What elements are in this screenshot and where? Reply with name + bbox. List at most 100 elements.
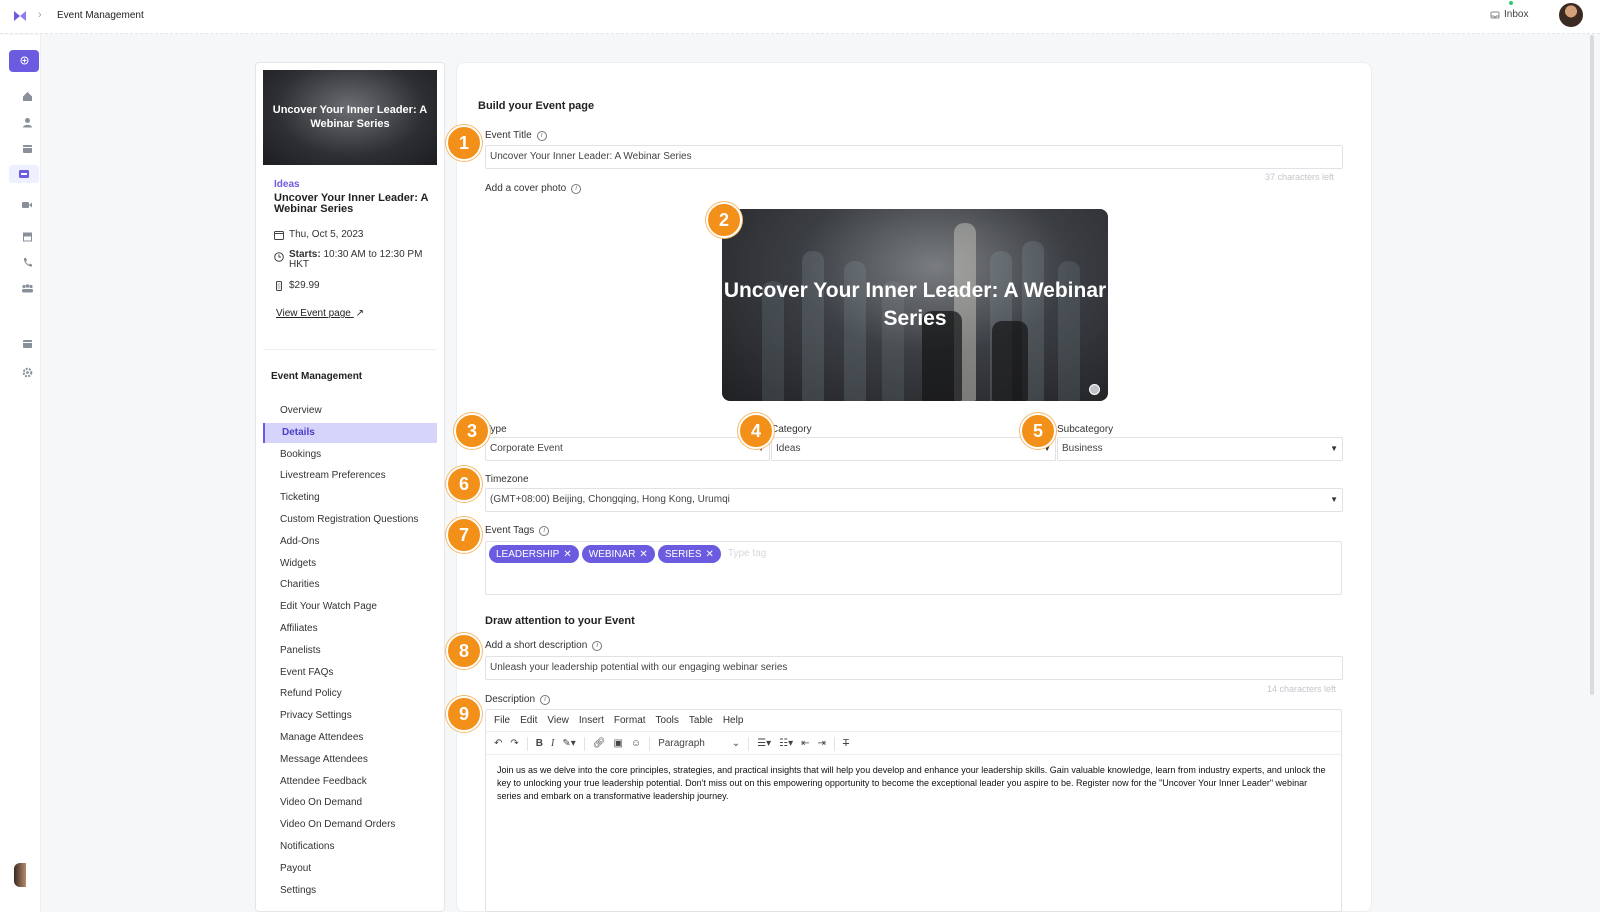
type-select[interactable]: Corporate Event ▼: [485, 437, 770, 461]
info-icon[interactable]: i: [539, 525, 550, 536]
close-icon[interactable]: ✕: [639, 549, 647, 560]
clear-format-icon[interactable]: T: [843, 738, 849, 749]
editor-menu-view[interactable]: View: [547, 715, 569, 726]
rail-avatar[interactable]: [14, 863, 26, 887]
cover-edit-icon[interactable]: [1089, 384, 1100, 395]
sidebar-item-add-ons[interactable]: Add-Ons: [263, 532, 437, 552]
category-select[interactable]: Ideas ▼: [771, 437, 1056, 461]
bullet-list-icon[interactable]: ☰▾: [757, 738, 771, 749]
sidebar-item-bookings[interactable]: Bookings: [263, 445, 437, 465]
left-rail: [0, 35, 41, 912]
chevron-down-icon: ▼: [1330, 444, 1338, 453]
sidebar-item-privacy-settings[interactable]: Privacy Settings: [263, 706, 437, 726]
short-description-label-text: Add a short description: [485, 640, 588, 651]
tag-chip[interactable]: LEADERSHIP ✕: [489, 545, 579, 563]
top-bar: › Event Management Inbox: [0, 0, 1600, 34]
sidebar-item-overview[interactable]: Overview: [263, 401, 437, 421]
cover-photo-label: Add a cover photo i: [485, 183, 582, 194]
event-tags-input[interactable]: LEADERSHIP ✕ WEBINAR ✕ SERIES ✕ Type tag: [485, 541, 1342, 595]
user-avatar[interactable]: [1559, 3, 1583, 27]
app-logo-icon[interactable]: [13, 9, 27, 23]
undo-icon[interactable]: ↶: [494, 738, 502, 749]
outdent-icon[interactable]: ⇤: [801, 738, 809, 749]
tag-chip[interactable]: SERIES ✕: [657, 545, 721, 563]
indent-icon[interactable]: ⇥: [818, 738, 826, 749]
info-icon[interactable]: i: [571, 183, 582, 194]
numbered-list-icon[interactable]: ☷▾: [779, 738, 793, 749]
sidebar-item-affiliates[interactable]: Affiliates: [263, 619, 437, 639]
editor-menu-table[interactable]: Table: [689, 715, 713, 726]
sidebar-item-widgets[interactable]: Widgets: [263, 554, 437, 574]
tag-type-input[interactable]: Type tag: [728, 548, 766, 559]
card-icon[interactable]: [20, 337, 34, 351]
timezone-select[interactable]: (GMT+08:00) Beijing, Chongqing, Hong Kon…: [485, 488, 1343, 512]
description-editor[interactable]: File Edit View Insert Format Tools Table Help ↶…: [485, 709, 1342, 912]
sidebar-item-charities[interactable]: Charities: [263, 575, 437, 595]
sidebar-item-attendee-feedback[interactable]: Attendee Feedback: [263, 772, 437, 792]
sidebar-item-livestream-preferences[interactable]: Livestream Preferences: [263, 466, 437, 486]
breadcrumb-chevron-icon: ›: [38, 9, 42, 21]
info-icon[interactable]: i: [540, 694, 551, 705]
sidebar-item-video-on-demand-orders[interactable]: Video On Demand Orders: [263, 815, 437, 835]
phone-icon[interactable]: [20, 255, 34, 269]
editor-menu-insert[interactable]: Insert: [579, 715, 604, 726]
editor-menu-format[interactable]: Format: [614, 715, 646, 726]
sidebar-item-edit-your-watch-page[interactable]: Edit Your Watch Page: [263, 597, 437, 617]
inbox-button[interactable]: Inbox: [1490, 9, 1528, 20]
cover-photo[interactable]: Uncover Your Inner Leader: A Webinar Ser…: [722, 209, 1108, 401]
sidebar-item-event-faqs[interactable]: Event FAQs: [263, 663, 437, 683]
group-icon[interactable]: [20, 281, 34, 295]
calendar-icon: [274, 231, 284, 240]
sidebar-item-custom-registration-questions[interactable]: Custom Registration Questions: [263, 510, 437, 530]
close-icon[interactable]: ✕: [563, 549, 571, 560]
sidebar-item-ticketing[interactable]: Ticketing: [263, 488, 437, 508]
timezone-select-value: (GMT+08:00) Beijing, Chongqing, Hong Kon…: [490, 494, 730, 505]
italic-icon[interactable]: I: [551, 738, 554, 749]
type-select-value: Corporate Event: [490, 443, 563, 454]
event-date: Thu, Oct 5, 2023: [274, 230, 439, 240]
sidebar-item-settings[interactable]: Settings: [263, 881, 437, 901]
sidebar-item-refund-policy[interactable]: Refund Policy: [263, 684, 437, 704]
editor-menu-edit[interactable]: Edit: [520, 715, 537, 726]
timezone-label: Timezone: [485, 474, 529, 485]
emoji-icon[interactable]: ☺: [631, 738, 641, 749]
page-scrollbar[interactable]: [1590, 35, 1594, 695]
add-button[interactable]: [9, 50, 39, 72]
bold-icon[interactable]: B: [536, 738, 543, 749]
sidebar-item-message-attendees[interactable]: Message Attendees: [263, 750, 437, 770]
editor-menu-tools[interactable]: Tools: [656, 715, 679, 726]
editor-menu-file[interactable]: File: [494, 715, 510, 726]
redo-icon[interactable]: ↷: [510, 738, 518, 749]
sidebar-item-payout[interactable]: Payout: [263, 859, 437, 879]
sidebar-item-manage-attendees[interactable]: Manage Attendees: [263, 728, 437, 748]
gear-icon[interactable]: [20, 365, 34, 379]
highlight-icon[interactable]: ✎▾: [562, 738, 575, 749]
user-icon[interactable]: [20, 115, 34, 129]
short-description-input[interactable]: Unleash your leadership potential with o…: [485, 656, 1343, 680]
storefront-icon[interactable]: [20, 229, 34, 243]
sidebar-item-video-on-demand[interactable]: Video On Demand: [263, 793, 437, 813]
subcategory-select[interactable]: Business ▼: [1057, 437, 1343, 461]
view-event-page-label[interactable]: View Event page: [276, 308, 351, 319]
paragraph-format-select[interactable]: Paragraph ⌄: [658, 738, 740, 749]
sidebar-item-notifications[interactable]: Notifications: [263, 837, 437, 857]
view-event-page-link[interactable]: View Event page ↗: [276, 308, 364, 319]
video-icon[interactable]: [20, 198, 34, 212]
sidebar-item-details[interactable]: Details: [263, 422, 437, 443]
info-icon[interactable]: i: [536, 130, 547, 141]
link-icon[interactable]: 🔗︎: [593, 738, 606, 749]
ticket-icon[interactable]: [9, 165, 39, 183]
tag-chip[interactable]: WEBINAR ✕: [581, 545, 655, 563]
chevron-down-icon: ▼: [1330, 495, 1338, 504]
home-icon[interactable]: [20, 89, 34, 103]
description-content[interactable]: Join us as we delve into the core princi…: [497, 764, 1327, 803]
event-title-input[interactable]: Uncover Your Inner Leader: A Webinar Ser…: [485, 145, 1343, 169]
info-icon[interactable]: i: [592, 640, 603, 651]
sidebar-item-panelists[interactable]: Panelists: [263, 641, 437, 661]
calendar-icon[interactable]: [20, 141, 34, 155]
chevron-down-icon: ⌄: [731, 738, 741, 749]
event-time: Starts: 10:30 AM to 12:30 PM HKT: [274, 250, 439, 270]
close-icon[interactable]: ✕: [706, 549, 714, 560]
image-icon[interactable]: ▣: [613, 738, 622, 749]
editor-menu-help[interactable]: Help: [723, 715, 744, 726]
